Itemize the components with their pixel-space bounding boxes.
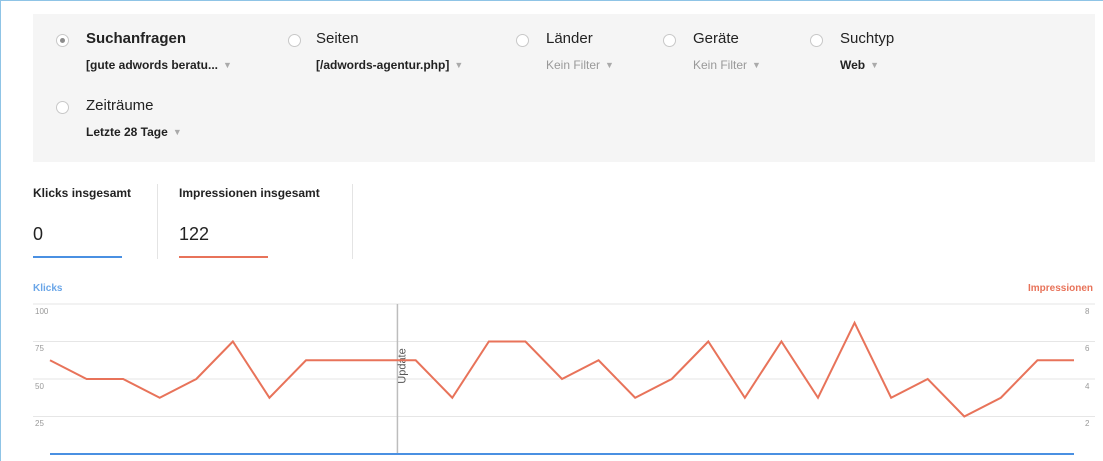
data-point-impressionen — [523, 340, 527, 344]
data-point-impressionen — [889, 396, 893, 400]
data-point-impressionen — [341, 358, 345, 362]
annotation-label: Update — [396, 348, 408, 383]
data-point-impressionen — [706, 340, 710, 344]
data-point-impressionen — [194, 377, 198, 381]
data-point-impressionen — [267, 396, 271, 400]
data-point-impressionen — [48, 358, 52, 362]
data-point-impressionen — [450, 396, 454, 400]
data-point-impressionen — [1072, 358, 1076, 362]
data-point-impressionen — [377, 358, 381, 362]
data-point-impressionen — [853, 321, 857, 325]
data-point-impressionen — [231, 340, 235, 344]
data-point-impressionen — [158, 396, 162, 400]
series-line-impressionen — [49, 320, 1074, 418]
data-point-impressionen — [121, 377, 125, 381]
data-point-impressionen — [560, 377, 564, 381]
data-point-impressionen — [779, 340, 783, 344]
data-point-impressionen — [85, 377, 89, 381]
data-point-impressionen — [304, 358, 308, 362]
data-point-impressionen — [597, 358, 601, 362]
data-point-impressionen — [670, 377, 674, 381]
performance-chart[interactable]: Update — [0, 0, 1103, 461]
data-point-impressionen — [487, 340, 491, 344]
data-point-impressionen — [1035, 358, 1039, 362]
data-point-impressionen — [816, 396, 820, 400]
data-point-impressionen — [999, 396, 1003, 400]
data-point-impressionen — [743, 396, 747, 400]
data-point-impressionen — [926, 377, 930, 381]
data-point-impressionen — [962, 415, 966, 419]
data-point-impressionen — [633, 396, 637, 400]
data-point-impressionen — [414, 358, 418, 362]
